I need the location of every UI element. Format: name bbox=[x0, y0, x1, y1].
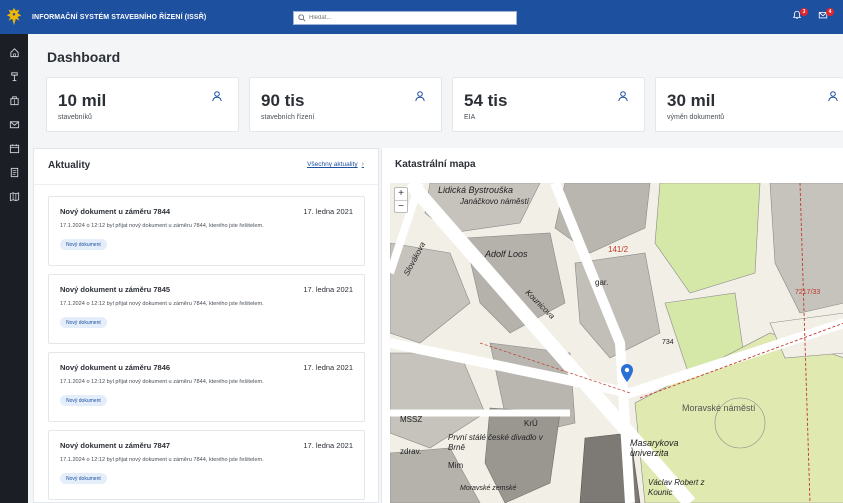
top-bar: INFORMAČNÍ SYSTÉM STAVEBNÍHO ŘÍZENÍ (ISS… bbox=[0, 0, 843, 34]
stat-value: 10 mil bbox=[58, 91, 107, 110]
map-label: Václav Robert z Kounic bbox=[648, 478, 705, 497]
map-label: KrÚ bbox=[524, 419, 538, 428]
news-item-date: 17. ledna 2021 bbox=[303, 441, 353, 450]
stat-card-proceedings[interactable]: 90 tis stavebních řízení bbox=[249, 77, 442, 132]
news-item[interactable]: Nový dokument u záměru 7847 17. ledna 20… bbox=[48, 430, 365, 500]
map-label: Lidická Bystrouška bbox=[438, 185, 514, 195]
stat-label: stavebních řízení bbox=[261, 114, 315, 121]
news-item-date: 17. ledna 2021 bbox=[303, 207, 353, 216]
person-icon bbox=[618, 91, 628, 102]
stat-card-builders[interactable]: 10 mil stavebníků bbox=[46, 77, 239, 132]
stat-card-eia[interactable]: 54 tis EIA bbox=[452, 77, 645, 132]
sidebar-item-home[interactable] bbox=[0, 40, 28, 64]
news-item-title: Nový dokument u záměru 7847 bbox=[60, 441, 171, 450]
notifications-count-badge: 3 bbox=[800, 8, 808, 16]
news-item-description: 17.1.2024 o 12:12 byl přijat nový dokume… bbox=[60, 457, 264, 463]
news-item-date: 17. ledna 2021 bbox=[303, 285, 353, 294]
search-box[interactable] bbox=[293, 11, 517, 25]
stat-value: 30 mil bbox=[667, 91, 716, 110]
map-icon bbox=[9, 191, 19, 201]
mail-icon bbox=[9, 120, 19, 128]
person-icon bbox=[828, 91, 838, 102]
news-panel: Aktuality Všechny aktuality › Nový dokum… bbox=[33, 148, 379, 503]
map-label: gar. bbox=[595, 278, 609, 287]
divider bbox=[34, 184, 378, 185]
sidebar-item-buildings[interactable] bbox=[0, 88, 28, 112]
map-label: MSSZ bbox=[400, 415, 423, 424]
chevron-right-icon: › bbox=[361, 161, 364, 168]
app-title: INFORMAČNÍ SYSTÉM STAVEBNÍHO ŘÍZENÍ (ISS… bbox=[32, 13, 207, 21]
news-item[interactable]: Nový dokument u záměru 7846 17. ledna 20… bbox=[48, 352, 365, 422]
news-item-title: Nový dokument u záměru 7845 bbox=[60, 285, 171, 294]
person-icon bbox=[415, 91, 425, 102]
news-panel-title: Aktuality bbox=[48, 160, 91, 171]
search-icon bbox=[298, 14, 306, 22]
news-item-date: 17. ledna 2021 bbox=[303, 363, 353, 372]
news-item-description: 17.1.2024 o 12:12 byl přijat nový dokume… bbox=[60, 301, 264, 307]
location-pin-icon[interactable] bbox=[621, 364, 633, 382]
stat-card-documents[interactable]: 30 mil výměn dokumentů bbox=[655, 77, 843, 132]
map-label: 141/2 bbox=[608, 245, 629, 254]
stat-label: výměn dokumentů bbox=[667, 114, 725, 121]
sidebar-item-documents[interactable] bbox=[0, 160, 28, 184]
person-icon bbox=[212, 91, 222, 102]
sidebar bbox=[0, 34, 28, 503]
cadastral-map[interactable]: + − Lidická Bystrouška Janáčkovo náměstí… bbox=[390, 183, 843, 503]
map-label: Mim bbox=[448, 461, 464, 470]
map-zoom-controls: + − bbox=[394, 187, 408, 213]
logo[interactable] bbox=[0, 0, 28, 34]
eagle-icon bbox=[6, 8, 22, 26]
news-item-tag: Nový dokument bbox=[60, 239, 107, 250]
map-label: 734 bbox=[662, 339, 674, 346]
sidebar-item-construction[interactable] bbox=[0, 64, 28, 88]
sidebar-item-messages[interactable] bbox=[0, 112, 28, 136]
map-label: Moravské zemské bbox=[460, 485, 517, 492]
zoom-in-button[interactable]: + bbox=[395, 188, 407, 200]
news-item-description: 17.1.2024 o 12:12 byl přijat nový dokume… bbox=[60, 379, 264, 385]
map-panel-title: Katastrální mapa bbox=[395, 159, 476, 170]
map-label: 7217/33 bbox=[795, 289, 821, 296]
map-label: zdrav. bbox=[400, 447, 422, 456]
sidebar-item-calendar[interactable] bbox=[0, 136, 28, 160]
news-item-tag: Nový dokument bbox=[60, 395, 107, 406]
news-item-title: Nový dokument u záměru 7844 bbox=[60, 207, 171, 216]
search-input[interactable] bbox=[309, 12, 499, 24]
news-item-title: Nový dokument u záměru 7846 bbox=[60, 363, 171, 372]
hammer-icon bbox=[10, 71, 18, 81]
home-icon bbox=[9, 47, 19, 57]
building-icon bbox=[9, 95, 19, 105]
zoom-out-button[interactable]: − bbox=[395, 200, 407, 212]
news-item[interactable]: Nový dokument u záměru 7845 17. ledna 20… bbox=[48, 274, 365, 344]
map-panel: Katastrální mapa + − Lidická Bystrouška … bbox=[381, 148, 843, 503]
news-item-tag: Nový dokument bbox=[60, 473, 107, 484]
stat-value: 90 tis bbox=[261, 91, 305, 110]
map-label: Janáčkovo náměstí bbox=[460, 197, 529, 206]
stat-value: 54 tis bbox=[464, 91, 508, 110]
map-label: Masarykova univerzita bbox=[630, 438, 679, 458]
all-news-link-label: Všechny aktuality bbox=[307, 161, 358, 168]
news-item[interactable]: Nový dokument u záměru 7844 17. ledna 20… bbox=[48, 196, 365, 266]
page-title: Dashboard bbox=[47, 49, 121, 65]
sidebar-item-map[interactable] bbox=[0, 184, 28, 208]
stat-label: EIA bbox=[464, 114, 476, 121]
stat-label: stavebníků bbox=[58, 114, 92, 121]
document-icon bbox=[10, 167, 18, 177]
map-label: Adolf Loos bbox=[485, 249, 528, 259]
news-item-description: 17.1.2024 o 12:12 byl přijat nový dokume… bbox=[60, 223, 264, 229]
all-news-link[interactable]: Všechny aktuality › bbox=[307, 161, 364, 168]
messages-button[interactable]: 4 bbox=[818, 8, 834, 20]
notifications-button[interactable]: 3 bbox=[792, 8, 808, 20]
map-label: Moravské náměstí bbox=[682, 403, 756, 413]
map-label: První stálé české divadlo v Brně bbox=[448, 433, 543, 452]
news-item-tag: Nový dokument bbox=[60, 317, 107, 328]
map-drawing bbox=[390, 183, 843, 503]
calendar-icon bbox=[9, 143, 19, 153]
messages-count-badge: 4 bbox=[826, 8, 834, 16]
